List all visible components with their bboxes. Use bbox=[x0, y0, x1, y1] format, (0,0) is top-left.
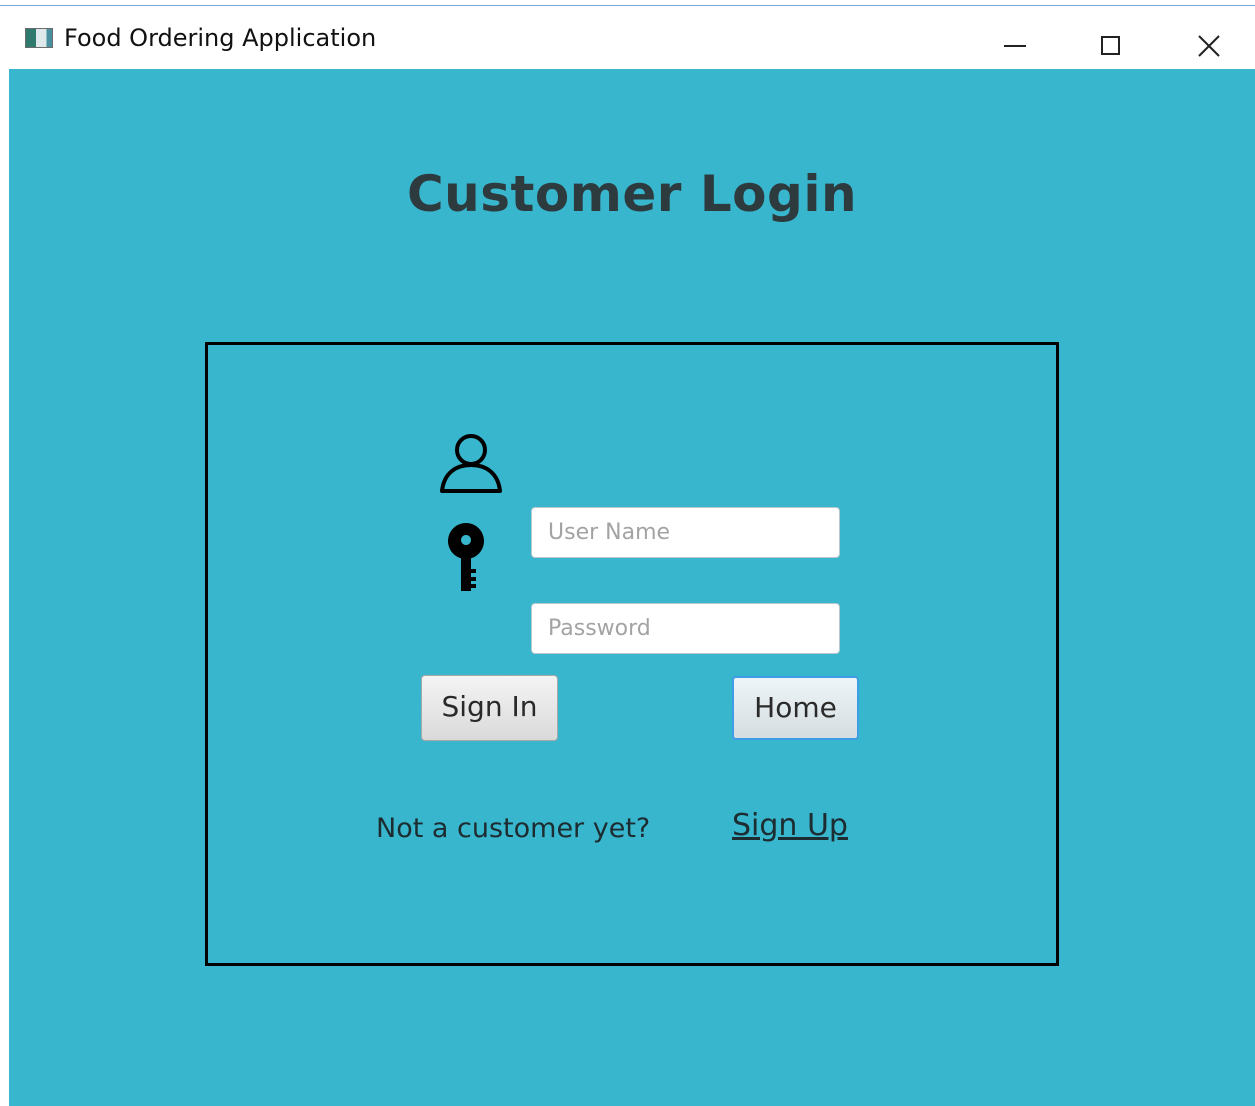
app-window-icon bbox=[25, 28, 53, 48]
password-input[interactable] bbox=[531, 603, 840, 654]
minimize-icon bbox=[1004, 45, 1026, 47]
home-button[interactable]: Home bbox=[732, 676, 859, 740]
close-icon bbox=[1198, 35, 1220, 57]
close-button[interactable] bbox=[1180, 16, 1238, 62]
maximize-button[interactable] bbox=[1082, 16, 1140, 62]
user-icon bbox=[440, 434, 502, 493]
signup-prompt-text: Not a customer yet? bbox=[376, 813, 651, 844]
sign-up-link[interactable]: Sign Up bbox=[732, 808, 848, 843]
maximize-icon bbox=[1101, 36, 1120, 55]
top-border bbox=[0, 0, 1255, 8]
page-title: Customer Login bbox=[406, 165, 858, 223]
top-border-line bbox=[0, 5, 1255, 6]
app-window: Food Ordering Application Customer Login bbox=[0, 0, 1255, 1106]
window-title: Food Ordering Application bbox=[64, 24, 377, 52]
key-icon bbox=[447, 523, 484, 591]
minimize-button[interactable] bbox=[986, 16, 1044, 62]
username-input[interactable] bbox=[531, 507, 840, 558]
sign-in-button[interactable]: Sign In bbox=[421, 675, 558, 741]
login-screen: Customer Login Sign In Home Not a custom… bbox=[9, 69, 1255, 1106]
login-panel: Sign In Home Not a customer yet? Sign Up bbox=[205, 342, 1059, 966]
title-bar[interactable]: Food Ordering Application bbox=[0, 8, 1255, 69]
